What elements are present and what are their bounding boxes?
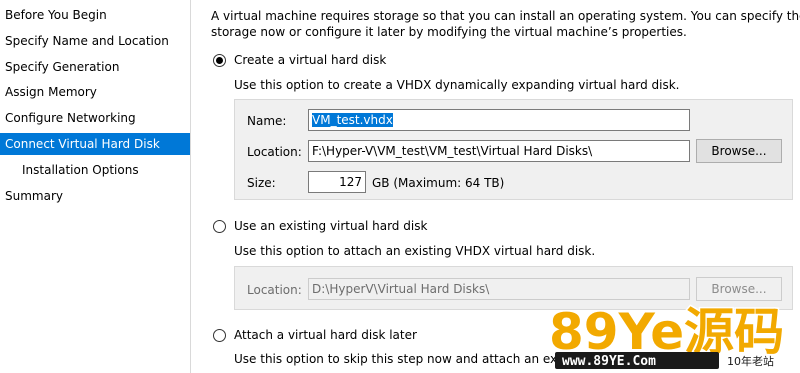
sidebar-item-before-you-begin[interactable]: Before You Begin [0,4,190,26]
intro-text-line1: A virtual machine requires storage so th… [211,9,800,23]
size-label: Size: [247,176,276,190]
later-disk-radio[interactable] [213,329,226,342]
disk-size-input[interactable]: 127 [308,171,366,193]
sidebar-item-generation[interactable]: Specify Generation [0,56,190,78]
existing-disk-radio[interactable] [213,220,226,233]
sidebar-item-networking[interactable]: Configure Networking [0,107,190,129]
wizard-sidebar: Before You Begin Specify Name and Locati… [0,0,190,373]
later-disk-label[interactable]: Attach a virtual hard disk later [234,328,417,342]
intro-text-line2: storage now or configure it later by mod… [211,25,687,39]
create-disk-description: Use this option to create a VHDX dynamic… [234,78,680,92]
existing-disk-label[interactable]: Use an existing virtual hard disk [234,219,427,233]
name-label: Name: [247,114,287,128]
existing-location-input[interactable]: D:\HyperV\Virtual Hard Disks\ [308,278,690,300]
sidebar-item-name-location[interactable]: Specify Name and Location [0,30,190,52]
existing-browse-button[interactable]: Browse... [696,277,782,301]
location-label: Location: [247,145,302,159]
browse-button[interactable]: Browse... [696,139,782,163]
existing-disk-group: Location: D:\HyperV\Virtual Hard Disks\ … [234,266,793,310]
disk-name-input[interactable]: VM_test.vhdx [308,109,690,131]
create-disk-group: Name: VM_test.vhdx Location: F:\Hyper-V\… [234,99,793,200]
sidebar-item-memory[interactable]: Assign Memory [0,81,190,103]
sidebar-item-virtual-hard-disk[interactable]: Connect Virtual Hard Disk [0,133,190,155]
existing-disk-description: Use this option to attach an existing VH… [234,244,596,258]
size-unit-text: GB (Maximum: 64 TB) [372,176,505,190]
later-disk-description: Use this option to skip this step now an… [234,352,567,366]
create-disk-radio[interactable] [213,54,226,67]
create-disk-label[interactable]: Create a virtual hard disk [234,53,386,67]
existing-location-label: Location: [247,283,302,297]
disk-name-value: VM_test.vhdx [312,113,393,127]
disk-location-input[interactable]: F:\Hyper-V\VM_test\VM_test\Virtual Hard … [308,140,690,162]
sidebar-item-summary[interactable]: Summary [0,185,190,207]
sidebar-item-installation-options[interactable]: Installation Options [0,159,190,181]
main-panel: A virtual machine requires storage so th… [191,0,800,373]
